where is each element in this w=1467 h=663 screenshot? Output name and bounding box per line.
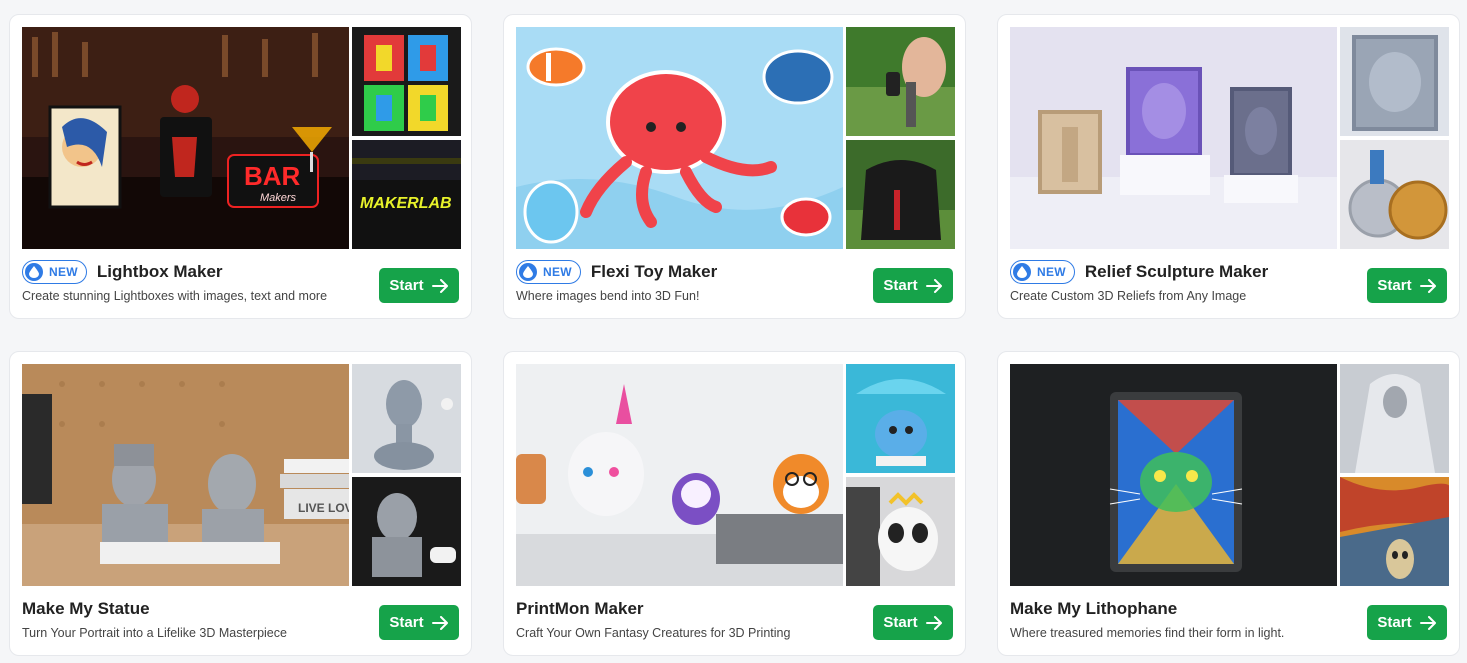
start-button[interactable]: Start bbox=[873, 605, 953, 640]
makerlab-sign-text: MAKERLAB bbox=[360, 195, 452, 212]
main-image-printmon[interactable] bbox=[516, 364, 843, 586]
card-images bbox=[516, 364, 955, 586]
new-badge: NEW bbox=[1010, 260, 1075, 284]
arrow-right-icon bbox=[1419, 278, 1436, 293]
card-relief-sculpture-maker[interactable]: NEW Relief Sculpture Maker Create Custom… bbox=[997, 14, 1460, 319]
arrow-right-icon bbox=[925, 615, 942, 630]
card-images: BAR Makers MAKERLAB bbox=[22, 27, 461, 249]
start-button[interactable]: Start bbox=[379, 268, 459, 303]
droplet-icon bbox=[519, 263, 537, 281]
card-title: Flexi Toy Maker bbox=[590, 262, 718, 281]
side-image-flexi-1[interactable] bbox=[846, 27, 955, 136]
side-image-lithophane-1[interactable] bbox=[1340, 364, 1449, 473]
start-label: Start bbox=[389, 614, 424, 631]
card-info: PrintMon Maker Craft Your Own Fantasy Cr… bbox=[516, 596, 953, 650]
card-info: Make My Statue Turn Your Portrait into a… bbox=[22, 596, 459, 650]
main-image-statue[interactable]: LIVE LOVE bbox=[22, 364, 349, 586]
droplet-icon bbox=[25, 263, 43, 281]
start-label: Start bbox=[389, 277, 424, 294]
new-badge: NEW bbox=[22, 260, 87, 284]
card-title: PrintMon Maker bbox=[516, 599, 644, 618]
side-image-lithophane-2[interactable] bbox=[1340, 477, 1449, 586]
side-image-statue-1[interactable] bbox=[352, 364, 461, 473]
card-title: Relief Sculpture Maker bbox=[1084, 262, 1269, 281]
bar-sign-subtext: Makers bbox=[260, 192, 297, 204]
card-title: Lightbox Maker bbox=[96, 262, 223, 281]
side-image-lightbox-2[interactable]: MAKERLAB bbox=[352, 140, 461, 249]
arrow-right-icon bbox=[925, 278, 942, 293]
card-images bbox=[1010, 364, 1449, 586]
side-image-flexi-2[interactable] bbox=[846, 140, 955, 249]
droplet-icon bbox=[1013, 263, 1031, 281]
card-images bbox=[516, 27, 955, 249]
start-button[interactable]: Start bbox=[873, 268, 953, 303]
card-flexi-toy-maker[interactable]: NEW Flexi Toy Maker Where images bend in… bbox=[503, 14, 966, 319]
card-title: Make My Lithophane bbox=[1010, 599, 1178, 618]
card-info: Make My Lithophane Where treasured memor… bbox=[1010, 596, 1447, 650]
card-title: Make My Statue bbox=[22, 599, 150, 618]
tool-grid: BAR Makers MAKERLAB NEW Lightbox Maker C… bbox=[0, 0, 1467, 663]
card-info: NEW Flexi Toy Maker Where images bend in… bbox=[516, 259, 953, 313]
card-info: NEW Relief Sculpture Maker Create Custom… bbox=[1010, 259, 1447, 313]
new-badge: NEW bbox=[516, 260, 581, 284]
card-printmon-maker[interactable]: PrintMon Maker Craft Your Own Fantasy Cr… bbox=[503, 351, 966, 656]
card-images: LIVE LOVE bbox=[22, 364, 461, 586]
start-button[interactable]: Start bbox=[379, 605, 459, 640]
card-make-my-statue[interactable]: LIVE LOVE bbox=[9, 351, 472, 656]
badge-label: NEW bbox=[49, 265, 78, 279]
main-image-flexi[interactable] bbox=[516, 27, 843, 249]
side-image-lightbox-1[interactable] bbox=[352, 27, 461, 136]
book-text: LIVE LOVE bbox=[298, 501, 349, 515]
start-label: Start bbox=[883, 614, 918, 631]
arrow-right-icon bbox=[1419, 615, 1436, 630]
card-make-my-lithophane[interactable]: Make My Lithophane Where treasured memor… bbox=[997, 351, 1460, 656]
card-info: NEW Lightbox Maker Create stunning Light… bbox=[22, 259, 459, 313]
main-image-lithophane[interactable] bbox=[1010, 364, 1337, 586]
side-image-relief-2[interactable] bbox=[1340, 140, 1449, 249]
arrow-right-icon bbox=[431, 615, 448, 630]
side-image-statue-2[interactable] bbox=[352, 477, 461, 586]
card-lightbox-maker[interactable]: BAR Makers MAKERLAB NEW Lightbox Maker C… bbox=[9, 14, 472, 319]
side-image-relief-1[interactable] bbox=[1340, 27, 1449, 136]
side-image-printmon-2[interactable] bbox=[846, 477, 955, 586]
start-button[interactable]: Start bbox=[1367, 605, 1447, 640]
badge-label: NEW bbox=[543, 265, 572, 279]
arrow-right-icon bbox=[431, 278, 448, 293]
card-images bbox=[1010, 27, 1449, 249]
bar-sign-text: BAR bbox=[244, 161, 301, 191]
side-image-printmon-1[interactable] bbox=[846, 364, 955, 473]
main-image-lightbox[interactable]: BAR Makers bbox=[22, 27, 349, 249]
start-label: Start bbox=[1377, 614, 1412, 631]
start-label: Start bbox=[883, 277, 918, 294]
start-label: Start bbox=[1377, 277, 1412, 294]
main-image-relief[interactable] bbox=[1010, 27, 1337, 249]
badge-label: NEW bbox=[1037, 265, 1066, 279]
start-button[interactable]: Start bbox=[1367, 268, 1447, 303]
